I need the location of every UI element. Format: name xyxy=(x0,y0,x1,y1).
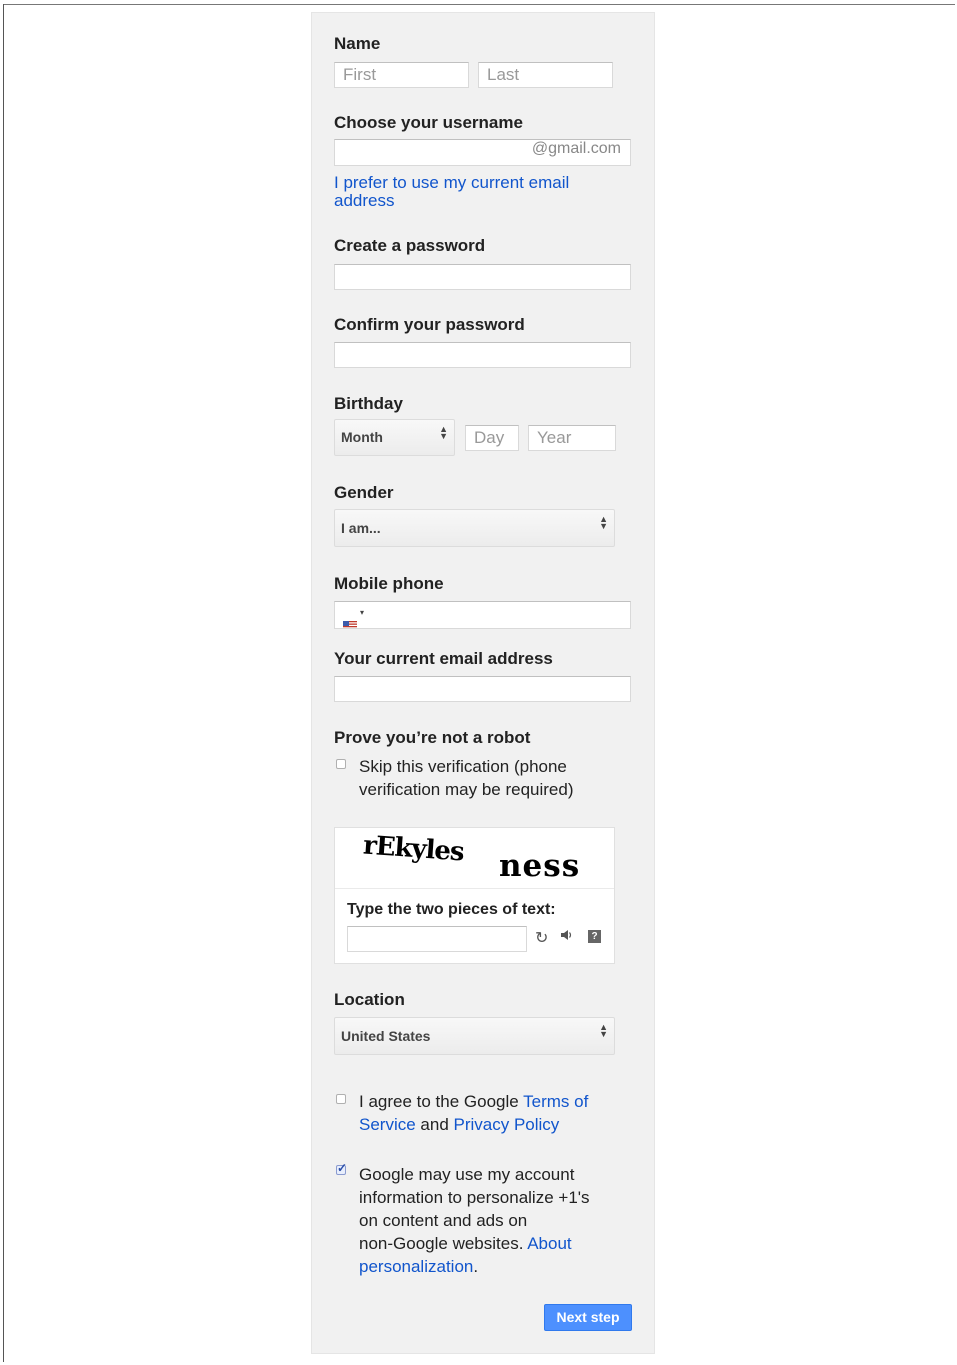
captcha-image: rEkyles ness xyxy=(335,828,614,889)
birth-day-input[interactable]: Day xyxy=(465,425,519,451)
select-arrows-icon: ▲ ▼ xyxy=(599,514,608,531)
checkmark-icon: ✓ xyxy=(337,1161,348,1175)
terms-text: I agree to the Google Terms of Service an… xyxy=(359,1090,619,1136)
skip-verification-line2: verification may be required) xyxy=(359,780,574,799)
page-border-left xyxy=(3,4,4,1362)
location-value: United States xyxy=(341,1028,431,1044)
audio-icon[interactable] xyxy=(559,928,573,945)
terms-text-part2: and xyxy=(415,1115,454,1134)
gmail-suffix: @gmail.com xyxy=(531,140,621,157)
birth-month-value: Month xyxy=(341,429,383,445)
mobile-phone-input[interactable]: ▾ xyxy=(334,601,631,629)
captcha-word-2: ness xyxy=(499,848,581,884)
personalization-period: . xyxy=(473,1257,479,1276)
personalization-line3: on content and ads on xyxy=(359,1211,528,1230)
password-input[interactable] xyxy=(334,264,631,290)
gender-label: Gender xyxy=(334,483,394,502)
gender-select[interactable]: I am... ▲ ▼ xyxy=(334,509,615,547)
personalization-line1: Google may use my account xyxy=(359,1165,575,1184)
privacy-policy-link[interactable]: Privacy Policy xyxy=(454,1115,560,1134)
personalization-text: Google may use my account information to… xyxy=(359,1163,619,1278)
personalization-checkbox[interactable]: ✓ xyxy=(336,1161,347,1175)
terms-link-line1[interactable]: Terms of xyxy=(523,1092,588,1111)
robot-label: Prove you’re not a robot xyxy=(334,728,531,747)
help-icon[interactable]: ? xyxy=(588,930,601,943)
gender-value: I am... xyxy=(341,520,381,536)
captcha-widget: rEkyles ness Type the two pieces of text… xyxy=(334,827,615,964)
terms-checkbox[interactable] xyxy=(336,1094,346,1104)
username-label: Choose your username xyxy=(334,113,523,132)
last-name-input[interactable]: Last xyxy=(478,62,613,88)
use-current-email-link[interactable]: I prefer to use my current email address xyxy=(334,174,604,210)
refresh-icon[interactable]: ↻ xyxy=(535,928,548,948)
confirm-password-label: Confirm your password xyxy=(334,315,525,334)
about-personalization-link[interactable]: About xyxy=(527,1234,571,1253)
password-label: Create a password xyxy=(334,236,486,255)
skip-verification-line1: Skip this verification (phone xyxy=(359,757,567,776)
location-label: Location xyxy=(334,990,405,1009)
terms-text-part1: I agree to the Google xyxy=(359,1092,524,1111)
next-step-button[interactable]: Next step xyxy=(544,1304,632,1331)
skip-verification-checkbox[interactable] xyxy=(336,759,346,769)
name-label: Name xyxy=(334,34,381,53)
terms-link-line2[interactable]: Service xyxy=(359,1115,416,1134)
personalization-line2: information to personalize +1's xyxy=(359,1188,590,1207)
skip-verification-text: Skip this verification (phone verificati… xyxy=(359,755,573,801)
location-select[interactable]: United States ▲ ▼ xyxy=(334,1017,615,1055)
username-input[interactable]: @gmail.com xyxy=(334,139,631,166)
select-arrows-icon: ▲ ▼ xyxy=(599,1022,608,1039)
personalization-line4-text: non-Google websites. xyxy=(359,1234,528,1253)
mobile-phone-label: Mobile phone xyxy=(334,574,444,593)
captcha-input[interactable] xyxy=(347,926,527,952)
select-arrows-icon: ▲ ▼ xyxy=(439,424,448,441)
dropdown-caret-icon: ▾ xyxy=(360,608,365,617)
birthday-label: Birthday xyxy=(334,394,403,413)
page-border-top xyxy=(3,4,955,5)
birth-year-input[interactable]: Year xyxy=(528,425,616,451)
captcha-prompt: Type the two pieces of text: xyxy=(347,901,556,918)
birth-month-select[interactable]: Month ▲ ▼ xyxy=(334,419,455,456)
confirm-password-input[interactable] xyxy=(334,342,631,368)
captcha-word-1: rEkyles xyxy=(362,830,465,868)
personalization-line4: non-Google websites. About xyxy=(359,1232,619,1255)
us-flag-icon[interactable] xyxy=(343,613,357,628)
current-email-label: Your current email address xyxy=(334,649,553,668)
first-name-input[interactable]: First xyxy=(334,62,469,88)
personalization-line5: personalization. xyxy=(359,1255,619,1278)
about-personalization-link-line2[interactable]: personalization xyxy=(359,1257,473,1276)
current-email-input[interactable] xyxy=(334,676,631,702)
